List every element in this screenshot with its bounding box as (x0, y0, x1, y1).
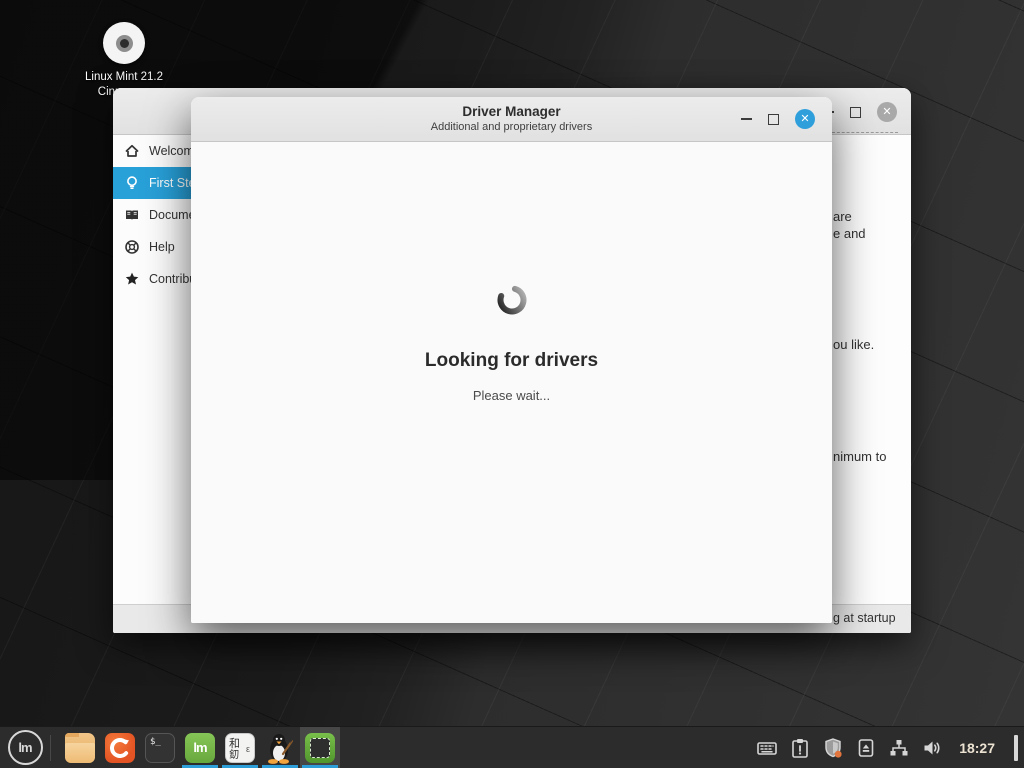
taskbar-separator (50, 735, 51, 761)
update-manager-shield-icon[interactable] (821, 727, 845, 768)
optical-disc-icon (103, 22, 145, 64)
show-desktop-strip[interactable] (1014, 735, 1018, 761)
window-button-mint-welcome[interactable]: lm (180, 727, 220, 768)
home-icon (124, 143, 140, 159)
updates-available-dot (835, 750, 842, 757)
network-icon[interactable] (887, 727, 911, 768)
launcher-files[interactable] (60, 727, 100, 768)
close-icon[interactable]: ✕ (877, 102, 897, 122)
keyboard-layout-icon[interactable] (755, 727, 779, 768)
driver-manager-icon (305, 733, 335, 763)
loading-spinner-icon (494, 282, 530, 318)
tux-penguin-icon (265, 732, 295, 764)
taskbar: lm $_ lm 和 釖 ε (0, 726, 1024, 768)
clipped-text-fragment: ou like. (833, 337, 874, 352)
system-reports-icon[interactable] (788, 727, 812, 768)
lightbulb-icon (124, 175, 140, 191)
lifebuoy-icon (124, 239, 140, 255)
show-at-startup-label[interactable]: g at startup (833, 611, 896, 625)
titlebar-dashed-separator (832, 132, 898, 133)
clipped-text-fragment: e and (833, 226, 866, 241)
desktop-screen: Linux Mint 21.2 Cinnamon ✕ Welcome (0, 0, 1024, 768)
clipped-text-fragment: nimum to (833, 449, 886, 464)
folder-icon (65, 733, 95, 763)
removable-media-icon[interactable] (854, 727, 878, 768)
status-message: Please wait... (473, 388, 550, 403)
volume-icon[interactable] (920, 727, 944, 768)
driver-manager-window: Driver Manager Additional and proprietar… (191, 97, 832, 623)
launcher-terminal[interactable]: $_ (140, 727, 180, 768)
firefox-icon (105, 733, 135, 763)
driver-manager-titlebar[interactable]: Driver Manager Additional and proprietar… (191, 97, 832, 142)
mint-welcome-icon: lm (185, 733, 215, 763)
book-icon (124, 207, 140, 223)
input-method-icon: 和 釖 ε (225, 733, 255, 763)
star-icon (124, 271, 140, 287)
mint-logo-icon: lm (8, 730, 43, 765)
window-button-driver-manager[interactable] (300, 727, 340, 768)
close-icon[interactable]: ✕ (795, 109, 815, 129)
mint-menu-button[interactable]: lm (0, 727, 50, 768)
window-button-input-method[interactable]: 和 釖 ε (220, 727, 260, 768)
minimize-icon[interactable] (741, 118, 752, 120)
launcher-firefox[interactable] (100, 727, 140, 768)
window-title: Driver Manager (462, 104, 560, 121)
driver-manager-content: Looking for drivers Please wait... (191, 142, 832, 623)
system-tray: 18:27 (755, 727, 1024, 768)
window-button-tux-app[interactable] (260, 727, 300, 768)
maximize-icon[interactable] (768, 114, 779, 125)
window-subtitle: Additional and proprietary drivers (431, 121, 592, 135)
taskbar-clock[interactable]: 18:27 (953, 740, 1003, 756)
terminal-icon: $_ (145, 733, 175, 763)
status-heading: Looking for drivers (425, 350, 598, 372)
maximize-icon[interactable] (850, 107, 861, 118)
clipped-text-fragment: are (833, 209, 852, 224)
